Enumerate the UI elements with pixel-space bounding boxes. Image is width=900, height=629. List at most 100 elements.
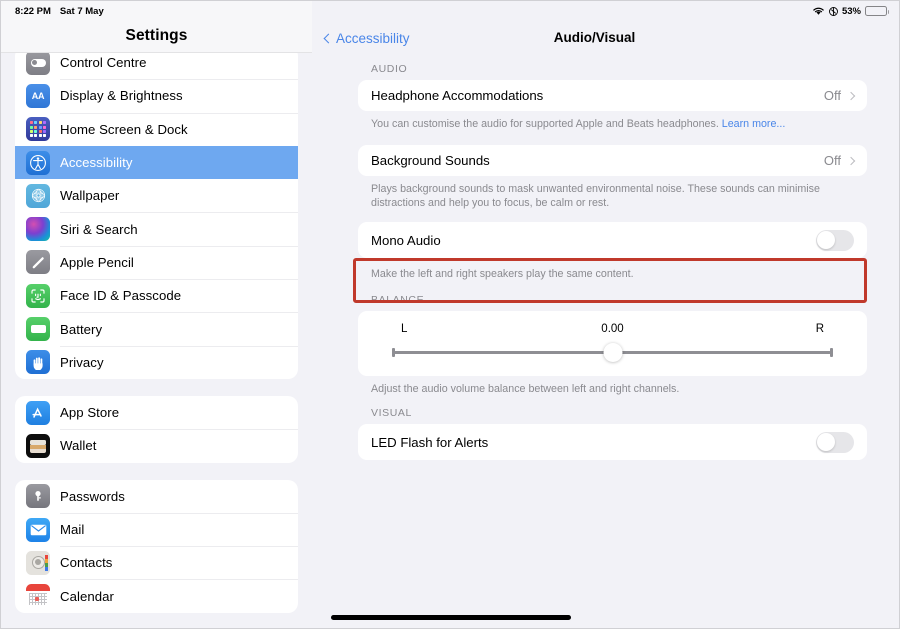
sidebar-item-label: Contacts	[60, 555, 113, 571]
footnote-text: You can customise the audio for supporte…	[371, 118, 722, 130]
sidebar-item-label: App Store	[60, 405, 120, 421]
sidebar-item-label: Calendar	[60, 588, 114, 604]
rotation-lock-icon	[829, 6, 838, 16]
headphone-accommodations-row[interactable]: Headphone Accommodations Off	[358, 80, 867, 111]
sidebar-item-label: Wallpaper	[60, 188, 120, 204]
sidebar-item-face-id-passcode[interactable]: Face ID & Passcode	[15, 279, 298, 312]
face-id-icon	[26, 283, 50, 308]
wallpaper-icon	[26, 183, 50, 208]
sidebar-item-app-store[interactable]: App Store	[15, 396, 298, 429]
sidebar-item-label: Display & Brightness	[60, 88, 183, 104]
mono-audio-label: Mono Audio	[371, 232, 441, 248]
passwords-icon	[26, 484, 50, 509]
led-flash-label: LED Flash for Alerts	[371, 434, 489, 450]
wallet-icon	[26, 433, 50, 458]
status-bar: 8:22 PM Sat 7 May 53%	[1, 1, 899, 21]
sidebar-item-apple-pencil[interactable]: Apple Pencil	[15, 245, 298, 279]
balance-slider[interactable]	[392, 341, 833, 363]
sidebar-title: Settings	[125, 27, 188, 44]
sidebar-item-calendar[interactable]: Calendar	[15, 579, 298, 612]
sidebar-item-label: Apple Pencil	[60, 254, 134, 270]
mono-audio-row[interactable]: Mono Audio	[358, 222, 867, 258]
sidebar-item-home-screen-dock[interactable]: Home Screen & Dock	[15, 112, 298, 146]
sidebar-group-store: App Store Wallet	[15, 395, 298, 463]
mono-audio-toggle[interactable]	[816, 229, 854, 251]
sidebar-item-label: Battery	[60, 321, 103, 337]
learn-more-link[interactable]: Learn more...	[722, 118, 786, 130]
sidebar-item-wallpaper[interactable]: Wallpaper	[15, 179, 298, 212]
slider-cap-left	[392, 347, 395, 357]
balance-card: L 0.00 R	[358, 311, 867, 376]
slider-knob[interactable]	[603, 342, 622, 362]
sidebar-item-mail[interactable]: Mail	[15, 512, 298, 546]
siri-search-icon	[26, 217, 50, 242]
status-bar-left: 8:22 PM Sat 7 May	[15, 6, 104, 17]
detail-content: AUDIO Headphone Accommodations Off You c…	[312, 53, 899, 460]
sidebar-item-accessibility[interactable]: Accessibility	[15, 145, 298, 180]
sidebar-item-battery[interactable]: Battery	[15, 312, 298, 345]
led-flash-card: LED Flash for Alerts	[358, 424, 867, 460]
control-centre-icon	[26, 50, 50, 75]
sidebar-group-system: Control Centre AA Display & Brightness H…	[15, 46, 298, 379]
contacts-icon	[26, 550, 50, 575]
sidebar-scroll-area[interactable]: Control Centre AA Display & Brightness H…	[1, 46, 312, 628]
led-flash-row[interactable]: LED Flash for Alerts	[358, 424, 867, 460]
background-sounds-row[interactable]: Background Sounds Off	[358, 145, 867, 176]
battery-settings-icon	[26, 317, 50, 342]
display-brightness-icon: AA	[26, 83, 50, 108]
sidebar-item-label: Siri & Search	[60, 221, 138, 237]
mono-audio-card: Mono Audio	[358, 222, 867, 258]
sidebar-item-label: Home Screen & Dock	[60, 121, 188, 137]
sidebar-item-privacy[interactable]: Privacy	[15, 345, 298, 379]
mono-audio-footnote: Make the left and right speakers play th…	[371, 268, 634, 280]
sidebar-item-siri-search[interactable]: Siri & Search	[15, 212, 298, 245]
headphone-accommodations-footnote: You can customise the audio for supporte…	[358, 111, 867, 131]
sidebar-item-label: Privacy	[60, 354, 104, 370]
headphone-accommodations-label: Headphone Accommodations	[371, 88, 544, 103]
section-header-visual: VISUAL	[371, 407, 412, 419]
ipad-settings-screen: 8:22 PM Sat 7 May 53% Settings Control C…	[0, 0, 900, 629]
balance-value: 0.00	[601, 323, 624, 335]
sidebar-item-wallet[interactable]: Wallet	[15, 429, 298, 462]
sidebar-item-display-brightness[interactable]: AA Display & Brightness	[15, 79, 298, 112]
balance-footnote: Adjust the audio volume balance between …	[371, 383, 680, 395]
balance-right-label: R	[815, 323, 824, 335]
wifi-icon	[813, 7, 824, 15]
sidebar-item-passwords[interactable]: Passwords	[15, 480, 298, 513]
battery-icon	[865, 6, 889, 16]
toggle-knob	[817, 432, 836, 451]
privacy-icon	[26, 350, 50, 375]
background-sounds-footnote: Plays background sounds to mask unwanted…	[371, 183, 820, 209]
home-screen-dock-icon	[26, 117, 50, 142]
balance-labels: L 0.00 R	[358, 320, 867, 338]
main-detail-panel: Accessibility Audio/Visual AUDIO Headpho…	[312, 1, 899, 628]
status-bar-right: 53%	[812, 5, 889, 17]
chevron-right-icon	[846, 91, 856, 100]
status-bar-time: 8:22 PM	[15, 5, 51, 17]
settings-sidebar: Settings Control Centre AA Display & Bri…	[1, 1, 312, 628]
section-header-audio: AUDIO	[371, 63, 408, 75]
headphone-accommodations-value: Off	[823, 88, 841, 103]
mail-icon	[26, 517, 50, 542]
sidebar-item-label: Accessibility	[60, 155, 133, 171]
status-bar-date: Sat 7 May	[59, 5, 104, 17]
sidebar-item-label: Wallet	[60, 438, 97, 454]
headphone-accommodations-card: Headphone Accommodations Off	[358, 80, 867, 111]
battery-percentage: 53%	[841, 5, 861, 17]
background-sounds-value: Off	[823, 153, 841, 168]
calendar-icon	[26, 584, 50, 609]
background-sounds-card: Background Sounds Off	[358, 145, 867, 176]
chevron-right-icon	[846, 156, 856, 165]
headphone-accommodations-right: Off	[823, 88, 856, 103]
led-flash-toggle[interactable]	[816, 431, 854, 453]
app-store-icon	[26, 400, 50, 425]
home-indicator	[331, 615, 571, 620]
toggle-knob	[817, 230, 836, 249]
sidebar-group-apps: Passwords Mail Contacts Calendar	[15, 479, 298, 613]
sidebar-item-label: Face ID & Passcode	[60, 288, 182, 304]
background-sounds-right: Off	[823, 153, 856, 168]
sidebar-item-label: Passwords	[60, 488, 125, 504]
sidebar-item-contacts[interactable]: Contacts	[15, 546, 298, 579]
accessibility-icon	[26, 150, 50, 175]
section-header-balance: BALANCE	[371, 294, 425, 306]
